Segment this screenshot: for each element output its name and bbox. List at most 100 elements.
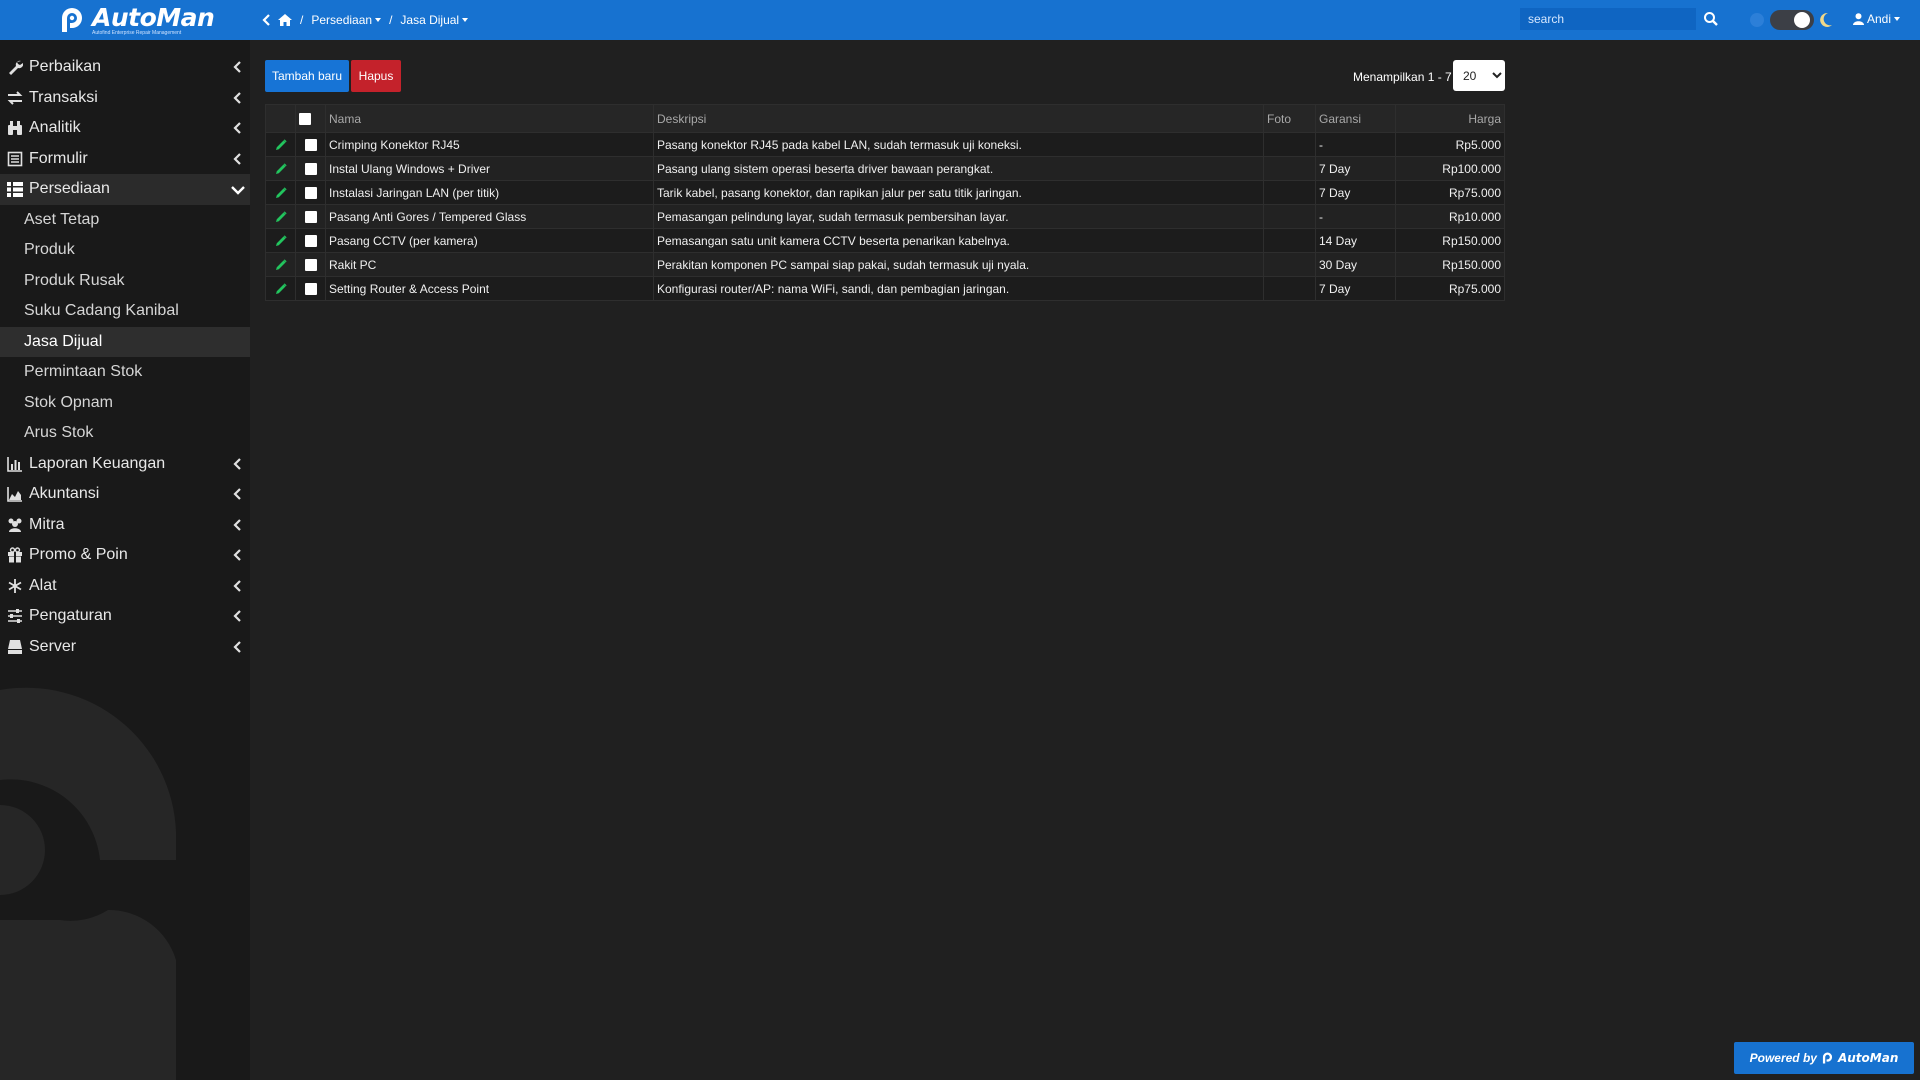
row-checkbox[interactable]	[304, 187, 317, 200]
cell-garansi: 7 Day	[1315, 180, 1396, 205]
cell-garansi: 7 Day	[1315, 276, 1396, 301]
table-row[interactable]: Setting Router & Access Point Konfiguras…	[265, 276, 1505, 301]
submenu-item-suku-cadang-kanibal[interactable]: Suku Cadang Kanibal	[0, 296, 250, 327]
sidebar-item-label: Analitik	[29, 119, 81, 137]
header-nama[interactable]: Nama	[325, 104, 654, 133]
search-input[interactable]	[1520, 8, 1696, 30]
header-select-all	[295, 104, 326, 133]
sidebar-item-label: Persediaan	[29, 180, 110, 198]
server-icon	[7, 639, 23, 655]
row-checkbox[interactable]	[304, 283, 317, 296]
cell-deskripsi: Pemasangan satu unit kamera CCTV beserta…	[653, 228, 1264, 253]
edit-pencil-icon[interactable]	[275, 283, 287, 295]
cell-nama: Instalasi Jaringan LAN (per titik)	[325, 180, 654, 205]
cell-foto	[1263, 228, 1316, 253]
table-row[interactable]: Crimping Konektor RJ45 Pasang konektor R…	[265, 132, 1505, 157]
sidebar-item-label: Mitra	[29, 515, 65, 533]
row-checkbox[interactable]	[304, 235, 317, 248]
sidebar-item-alat[interactable]: Alat	[0, 571, 250, 602]
header-foto[interactable]: Foto	[1263, 104, 1316, 133]
sidebar-item-akuntansi[interactable]: Akuntansi	[0, 479, 250, 510]
submenu-item-produk[interactable]: Produk	[0, 235, 250, 266]
chevron-left-icon	[233, 579, 241, 592]
submenu-item-arus-stok[interactable]: Arus Stok	[0, 418, 250, 449]
edit-pencil-icon[interactable]	[275, 211, 287, 223]
add-new-button[interactable]: Tambah baru	[265, 60, 349, 92]
chevron-left-icon	[233, 549, 241, 561]
table-row[interactable]: Rakit PC Perakitan komponen PC sampai si…	[265, 252, 1505, 277]
chevron-down-icon	[231, 186, 245, 195]
sidebar-item-label: Transaksi	[29, 88, 98, 106]
submenu-item-permintaan-stok[interactable]: Permintaan Stok	[0, 357, 250, 388]
sidebar-item-server[interactable]: Server	[0, 632, 250, 663]
header-garansi[interactable]: Garansi	[1315, 104, 1396, 133]
pager-info: Menampilkan 1 - 7	[1353, 70, 1452, 84]
row-checkbox[interactable]	[304, 259, 317, 272]
user-icon	[1853, 13, 1864, 25]
cell-deskripsi: Konfigurasi router/AP: nama WiFi, sandi,…	[653, 276, 1264, 301]
submenu-item-jasa-dijual[interactable]: Jasa Dijual	[0, 326, 250, 357]
sidebar-item-mitra[interactable]: Mitra	[0, 510, 250, 541]
breadcrumb-jasa-dijual[interactable]: Jasa Dijual	[400, 13, 469, 27]
sidebar-item-formulir[interactable]: Formulir	[0, 144, 250, 175]
row-checkbox[interactable]	[304, 211, 317, 224]
cell-nama: Setting Router & Access Point	[325, 276, 654, 301]
sidebar-item-laporan-keuangan[interactable]: Laporan Keuangan	[0, 449, 250, 480]
header-harga[interactable]: Harga	[1395, 104, 1505, 133]
edit-pencil-icon[interactable]	[275, 259, 287, 271]
brand-name: AutoMan	[92, 2, 215, 32]
caret-down-icon	[462, 18, 469, 22]
cell-foto	[1263, 252, 1316, 277]
grid-icon	[7, 181, 23, 198]
sidebar-item-persediaan[interactable]: Persediaan	[0, 174, 250, 205]
table-row[interactable]: Pasang CCTV (per kamera) Pemasangan satu…	[265, 228, 1505, 253]
breadcrumb-persediaan-label: Persediaan	[311, 13, 373, 27]
edit-pencil-icon[interactable]	[275, 235, 287, 247]
table-row[interactable]: Pasang Anti Gores / Tempered Glass Pemas…	[265, 204, 1505, 229]
cell-garansi: 14 Day	[1315, 228, 1396, 253]
automan-logo-icon	[1822, 1052, 1833, 1064]
table-header-row: Nama Deskripsi Foto Garansi Harga	[265, 104, 1505, 133]
submenu-item-aset-tetap[interactable]: Aset Tetap	[0, 205, 250, 236]
exchange-icon	[7, 90, 23, 106]
cell-garansi: -	[1315, 132, 1396, 157]
submenu-item-stok-opnam[interactable]: Stok Opnam	[0, 388, 250, 419]
per-page-select[interactable]: 20	[1453, 60, 1505, 91]
header-deskripsi[interactable]: Deskripsi	[653, 104, 1264, 133]
edit-pencil-icon[interactable]	[275, 187, 287, 199]
delete-button[interactable]: Hapus	[351, 60, 401, 92]
cell-nama: Rakit PC	[325, 252, 654, 277]
top-bar: AutoMan Autofind Enterprise Repair Manag…	[0, 0, 1920, 40]
edit-pencil-icon[interactable]	[275, 139, 287, 151]
cell-garansi: 7 Day	[1315, 156, 1396, 181]
bar-chart-icon	[7, 456, 23, 472]
row-checkbox[interactable]	[304, 163, 317, 176]
table-row[interactable]: Instalasi Jaringan LAN (per titik) Tarik…	[265, 180, 1505, 205]
sidebar-item-promo-poin[interactable]: Promo & Poin	[0, 540, 250, 571]
brand-logo[interactable]: AutoMan Autofind Enterprise Repair Manag…	[0, 0, 250, 40]
table-row[interactable]: Instal Ulang Windows + Driver Pasang ula…	[265, 156, 1505, 181]
home-icon[interactable]	[278, 14, 292, 26]
gift-icon	[7, 547, 23, 564]
search-icon[interactable]	[1703, 11, 1719, 27]
back-arrow-icon[interactable]	[262, 14, 270, 26]
select-all-checkbox[interactable]	[299, 113, 311, 126]
cell-harga: Rp150.000	[1395, 228, 1505, 253]
edit-pencil-icon[interactable]	[275, 163, 287, 175]
sidebar-item-perbaikan[interactable]: Perbaikan	[0, 52, 250, 83]
user-menu[interactable]: Andi	[1853, 12, 1901, 26]
moon-icon	[1820, 12, 1832, 27]
theme-toggle[interactable]	[1748, 8, 1834, 32]
automan-watermark-icon	[0, 687, 176, 1080]
sidebar-item-analitik[interactable]: Analitik	[0, 113, 250, 144]
submenu-item-produk-rusak[interactable]: Produk Rusak	[0, 266, 250, 297]
area-chart-icon	[7, 486, 23, 503]
powered-by-badge[interactable]: Powered by AutoMan	[1734, 1042, 1914, 1074]
sidebar-item-label: Alat	[29, 576, 57, 594]
row-checkbox[interactable]	[304, 139, 317, 152]
cell-deskripsi: Pasang ulang sistem operasi beserta driv…	[653, 156, 1264, 181]
breadcrumb-persediaan[interactable]: Persediaan	[311, 13, 382, 27]
sidebar-item-pengaturan[interactable]: Pengaturan	[0, 601, 250, 632]
form-icon	[7, 151, 23, 167]
sidebar-item-transaksi[interactable]: Transaksi	[0, 83, 250, 114]
